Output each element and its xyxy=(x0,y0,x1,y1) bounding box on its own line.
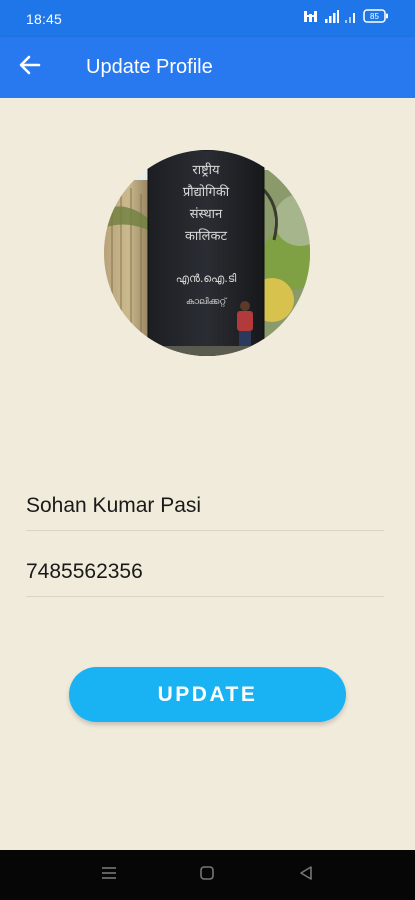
back-button[interactable] xyxy=(0,37,60,98)
wifi-icon xyxy=(345,10,357,28)
hd-signal-icon xyxy=(303,10,319,28)
svg-text:കാലിക്കറ്റ്: കാലിക്കറ്റ് xyxy=(186,296,228,307)
status-icons: 85 xyxy=(303,9,389,28)
name-field[interactable] xyxy=(26,494,384,531)
home-icon xyxy=(199,865,215,886)
battery-icon: 85 xyxy=(363,9,389,28)
svg-text:संस्थान: संस्थान xyxy=(190,207,223,222)
arrow-left-icon xyxy=(19,55,41,80)
name-input[interactable] xyxy=(26,494,384,530)
app-bar: Update Profile xyxy=(0,37,415,98)
signal-icon xyxy=(325,9,339,28)
phone-field[interactable] xyxy=(26,560,384,597)
profile-content: राष्ट्रीय प्रौद्योगिकी संस्थान कालिकट എൻ… xyxy=(0,98,415,850)
svg-text:85: 85 xyxy=(370,12,379,21)
home-button[interactable] xyxy=(187,855,227,895)
profile-photo[interactable]: राष्ट्रीय प्रौद्योगिकी संस्थान कालिकट എൻ… xyxy=(104,150,310,356)
status-time: 18:45 xyxy=(26,10,63,27)
svg-text:प्रौद्योगिकी: प्रौद्योगिकी xyxy=(183,184,230,200)
system-nav-bar xyxy=(0,850,415,900)
status-bar: 18:45 85 xyxy=(0,0,415,37)
recent-apps-button[interactable] xyxy=(89,855,129,895)
page-title: Update Profile xyxy=(86,56,213,78)
svg-text:राष्ट्रीय: राष्ट्रीय xyxy=(192,162,220,178)
phone-input[interactable] xyxy=(26,560,384,596)
nav-back-button[interactable] xyxy=(286,855,326,895)
back-triangle-icon xyxy=(298,865,314,886)
update-button[interactable]: UPDATE xyxy=(69,667,346,722)
svg-text:എൻ.ഐ.ടി: എൻ.ഐ.ടി xyxy=(176,272,237,285)
svg-text:कालिकट: कालिकट xyxy=(185,228,228,244)
menu-icon xyxy=(100,865,118,886)
